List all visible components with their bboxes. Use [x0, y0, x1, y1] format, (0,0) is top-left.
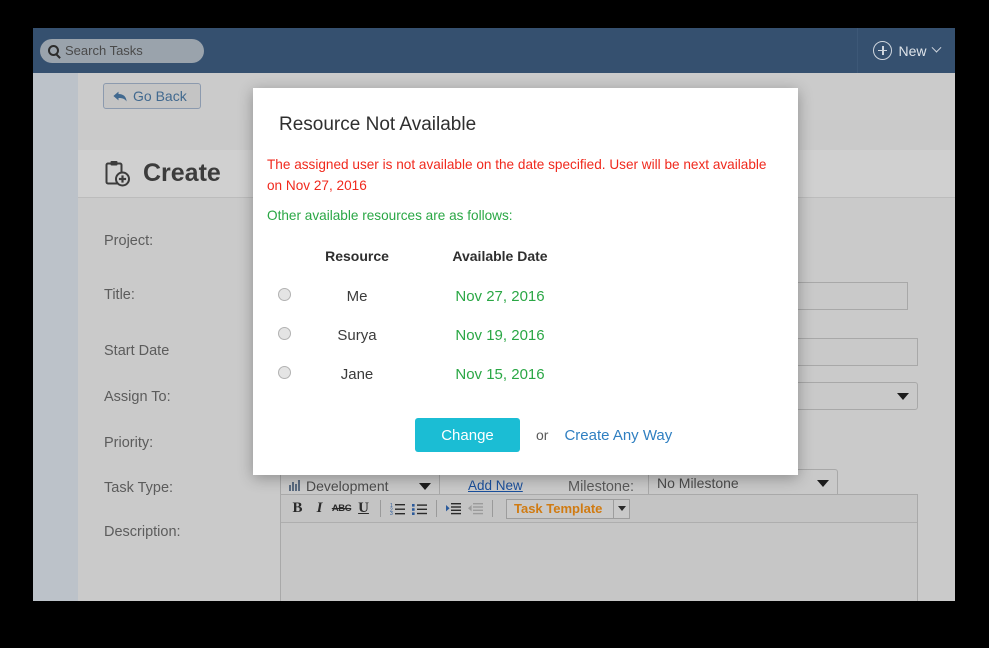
task-type-value: Development — [306, 478, 389, 494]
field-row-project: Project: — [104, 232, 153, 250]
search-input[interactable] — [65, 43, 190, 58]
start-date-label: Start Date — [104, 343, 170, 359]
dialog-title: Resource Not Available — [279, 114, 477, 135]
plus-circle-icon — [873, 41, 893, 60]
editor-toolbar: B I ABC U 1 2 3 Task Template — [281, 495, 917, 523]
available-resources-table: Resource Available Date Me Nov 27, 2016 — [267, 248, 587, 405]
left-sidebar — [33, 73, 78, 601]
select-column-header — [267, 248, 301, 288]
field-row-priority: Priority: — [104, 434, 153, 452]
toolbar-divider — [436, 500, 437, 517]
radio-button-surya[interactable] — [277, 327, 291, 340]
radio-button-me[interactable] — [277, 288, 291, 301]
milestone-label: Milestone: — [568, 479, 635, 495]
chevron-down-icon — [419, 482, 431, 490]
field-row-description: Description: — [104, 523, 181, 541]
svg-text:3: 3 — [390, 511, 393, 515]
app-viewport: New Go Back — [33, 28, 955, 601]
resource-column-header: Resource — [325, 248, 389, 264]
dialog-actions: Change or Create Any Way — [415, 418, 672, 452]
resource-name: Jane — [340, 366, 374, 383]
strikethrough-button[interactable]: ABC — [332, 499, 352, 519]
italic-button[interactable]: I — [310, 499, 329, 519]
error-message: The assigned user is not available on th… — [267, 157, 767, 193]
table-row[interactable]: Surya Nov 19, 2016 — [267, 327, 587, 366]
unordered-list-icon[interactable] — [410, 499, 429, 519]
chevron-down-icon — [817, 479, 829, 487]
field-row-title: Title: — [104, 286, 135, 304]
resource-name: Me — [346, 288, 368, 305]
field-row-assign-to: Assign To: — [104, 388, 171, 406]
available-date-column-header: Available Date — [452, 248, 548, 264]
ordered-list-icon[interactable]: 1 2 3 — [388, 499, 407, 519]
field-row-task-type: Task Type: — [104, 479, 173, 497]
milestone-value: No Milestone — [657, 475, 739, 491]
or-separator: or — [536, 427, 549, 443]
description-editor: B I ABC U 1 2 3 Task Template — [280, 494, 918, 601]
project-label: Project: — [104, 233, 154, 249]
chevron-down-icon — [931, 42, 941, 53]
indent-icon[interactable] — [444, 499, 463, 519]
search-box[interactable] — [40, 38, 204, 63]
new-button[interactable]: New — [857, 28, 955, 73]
info-message: Other available resources are as follows… — [267, 208, 513, 223]
resource-not-available-dialog: Resource Not Available The assigned user… — [253, 88, 798, 475]
clipboard-plus-icon — [104, 160, 131, 188]
add-new-link[interactable]: Add New — [468, 478, 523, 493]
priority-label: Priority: — [104, 435, 154, 451]
table-row[interactable]: Me Nov 27, 2016 — [267, 288, 587, 327]
field-row-start-date: Start Date — [104, 342, 169, 360]
radio-button-jane[interactable] — [277, 366, 291, 379]
outdent-icon[interactable] — [466, 499, 485, 519]
resource-radio-cell[interactable] — [267, 366, 301, 405]
new-button-label: New — [898, 42, 927, 59]
bold-button[interactable]: B — [288, 499, 307, 519]
search-icon — [48, 45, 59, 56]
description-textarea[interactable] — [281, 523, 917, 601]
assign-to-label: Assign To: — [104, 389, 171, 405]
go-back-label: Go Back — [133, 88, 187, 104]
back-arrow-icon — [113, 91, 127, 102]
resource-radio-cell[interactable] — [267, 327, 301, 366]
table-row[interactable]: Jane Nov 15, 2016 — [267, 366, 587, 405]
chevron-down-icon — [897, 392, 909, 400]
task-template-select[interactable]: Task Template — [506, 498, 630, 519]
title-label: Title: — [104, 287, 135, 303]
underline-button[interactable]: U — [354, 499, 373, 519]
resource-available-date: Nov 27, 2016 — [455, 288, 545, 305]
resource-available-date: Nov 15, 2016 — [455, 366, 545, 383]
description-label: Description: — [104, 524, 181, 540]
top-navigation-bar: New — [33, 28, 955, 73]
page-title: Create — [143, 159, 221, 187]
resource-available-date: Nov 19, 2016 — [455, 327, 545, 344]
bar-chart-icon — [289, 478, 301, 494]
change-button[interactable]: Change — [415, 418, 520, 452]
toolbar-divider — [380, 500, 381, 517]
resource-name: Surya — [337, 327, 377, 344]
go-back-button[interactable]: Go Back — [103, 83, 201, 109]
toolbar-divider — [492, 500, 493, 517]
create-any-way-link[interactable]: Create Any Way — [564, 427, 672, 444]
task-type-label: Task Type: — [104, 480, 174, 496]
chevron-down-icon — [613, 499, 629, 518]
resource-radio-cell[interactable] — [267, 288, 301, 327]
task-template-label: Task Template — [514, 501, 603, 516]
table-header-row: Resource Available Date — [267, 248, 587, 288]
title-extra-input[interactable] — [788, 282, 908, 310]
